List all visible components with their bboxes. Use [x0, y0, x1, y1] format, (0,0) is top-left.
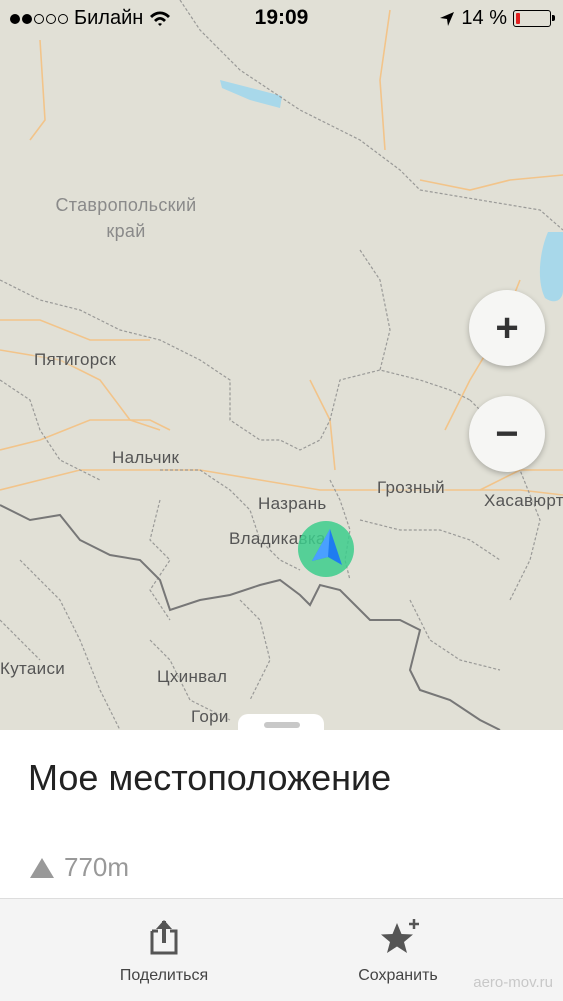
watermark: aero-mov.ru [473, 974, 553, 991]
current-location-marker[interactable] [298, 521, 354, 577]
battery-icon [513, 10, 555, 27]
place-title: Мое местоположение [28, 757, 392, 798]
share-button[interactable]: Поделиться [64, 899, 264, 1001]
city-label-khasavyurt: Хасавюрт [484, 491, 563, 510]
elevation-value: 770m [64, 852, 130, 882]
elevation-row: 770m [30, 852, 129, 883]
share-icon [150, 920, 178, 955]
battery-percent: 14 % [461, 7, 507, 29]
sheet-grabber[interactable] [264, 722, 300, 728]
region-label: Ставропольский край [55, 195, 197, 241]
city-label-grozny: Грозный [377, 478, 445, 497]
city-label-nalchik: Нальчик [112, 448, 180, 467]
location-arrow-icon [312, 529, 342, 565]
city-label-gori: Гори [191, 707, 229, 726]
bottom-toolbar: Поделиться Сохранить aero-mov.ru [0, 898, 563, 1001]
city-label-kutaisi: Кутаиси [0, 659, 66, 678]
city-label-nazran: Назрань [258, 494, 327, 513]
elevation-triangle-icon [30, 857, 54, 878]
city-label-tskhinval: Цхинвал [157, 667, 228, 686]
zoom-out-button[interactable]: − [469, 396, 545, 472]
city-label-pyatigorsk: Пятигорск [34, 350, 117, 369]
map-view[interactable]: Ставропольский край Пятигорск Нальчик На… [0, 0, 563, 730]
status-bar: Билайн 19:09 14 % [0, 0, 563, 36]
zoom-in-button[interactable]: + [469, 290, 545, 366]
save-label: Сохранить [358, 967, 438, 984]
save-button[interactable]: Сохранить [298, 899, 498, 1001]
location-services-icon [440, 11, 455, 26]
star-add-icon [381, 919, 419, 953]
share-label: Поделиться [119, 967, 209, 984]
